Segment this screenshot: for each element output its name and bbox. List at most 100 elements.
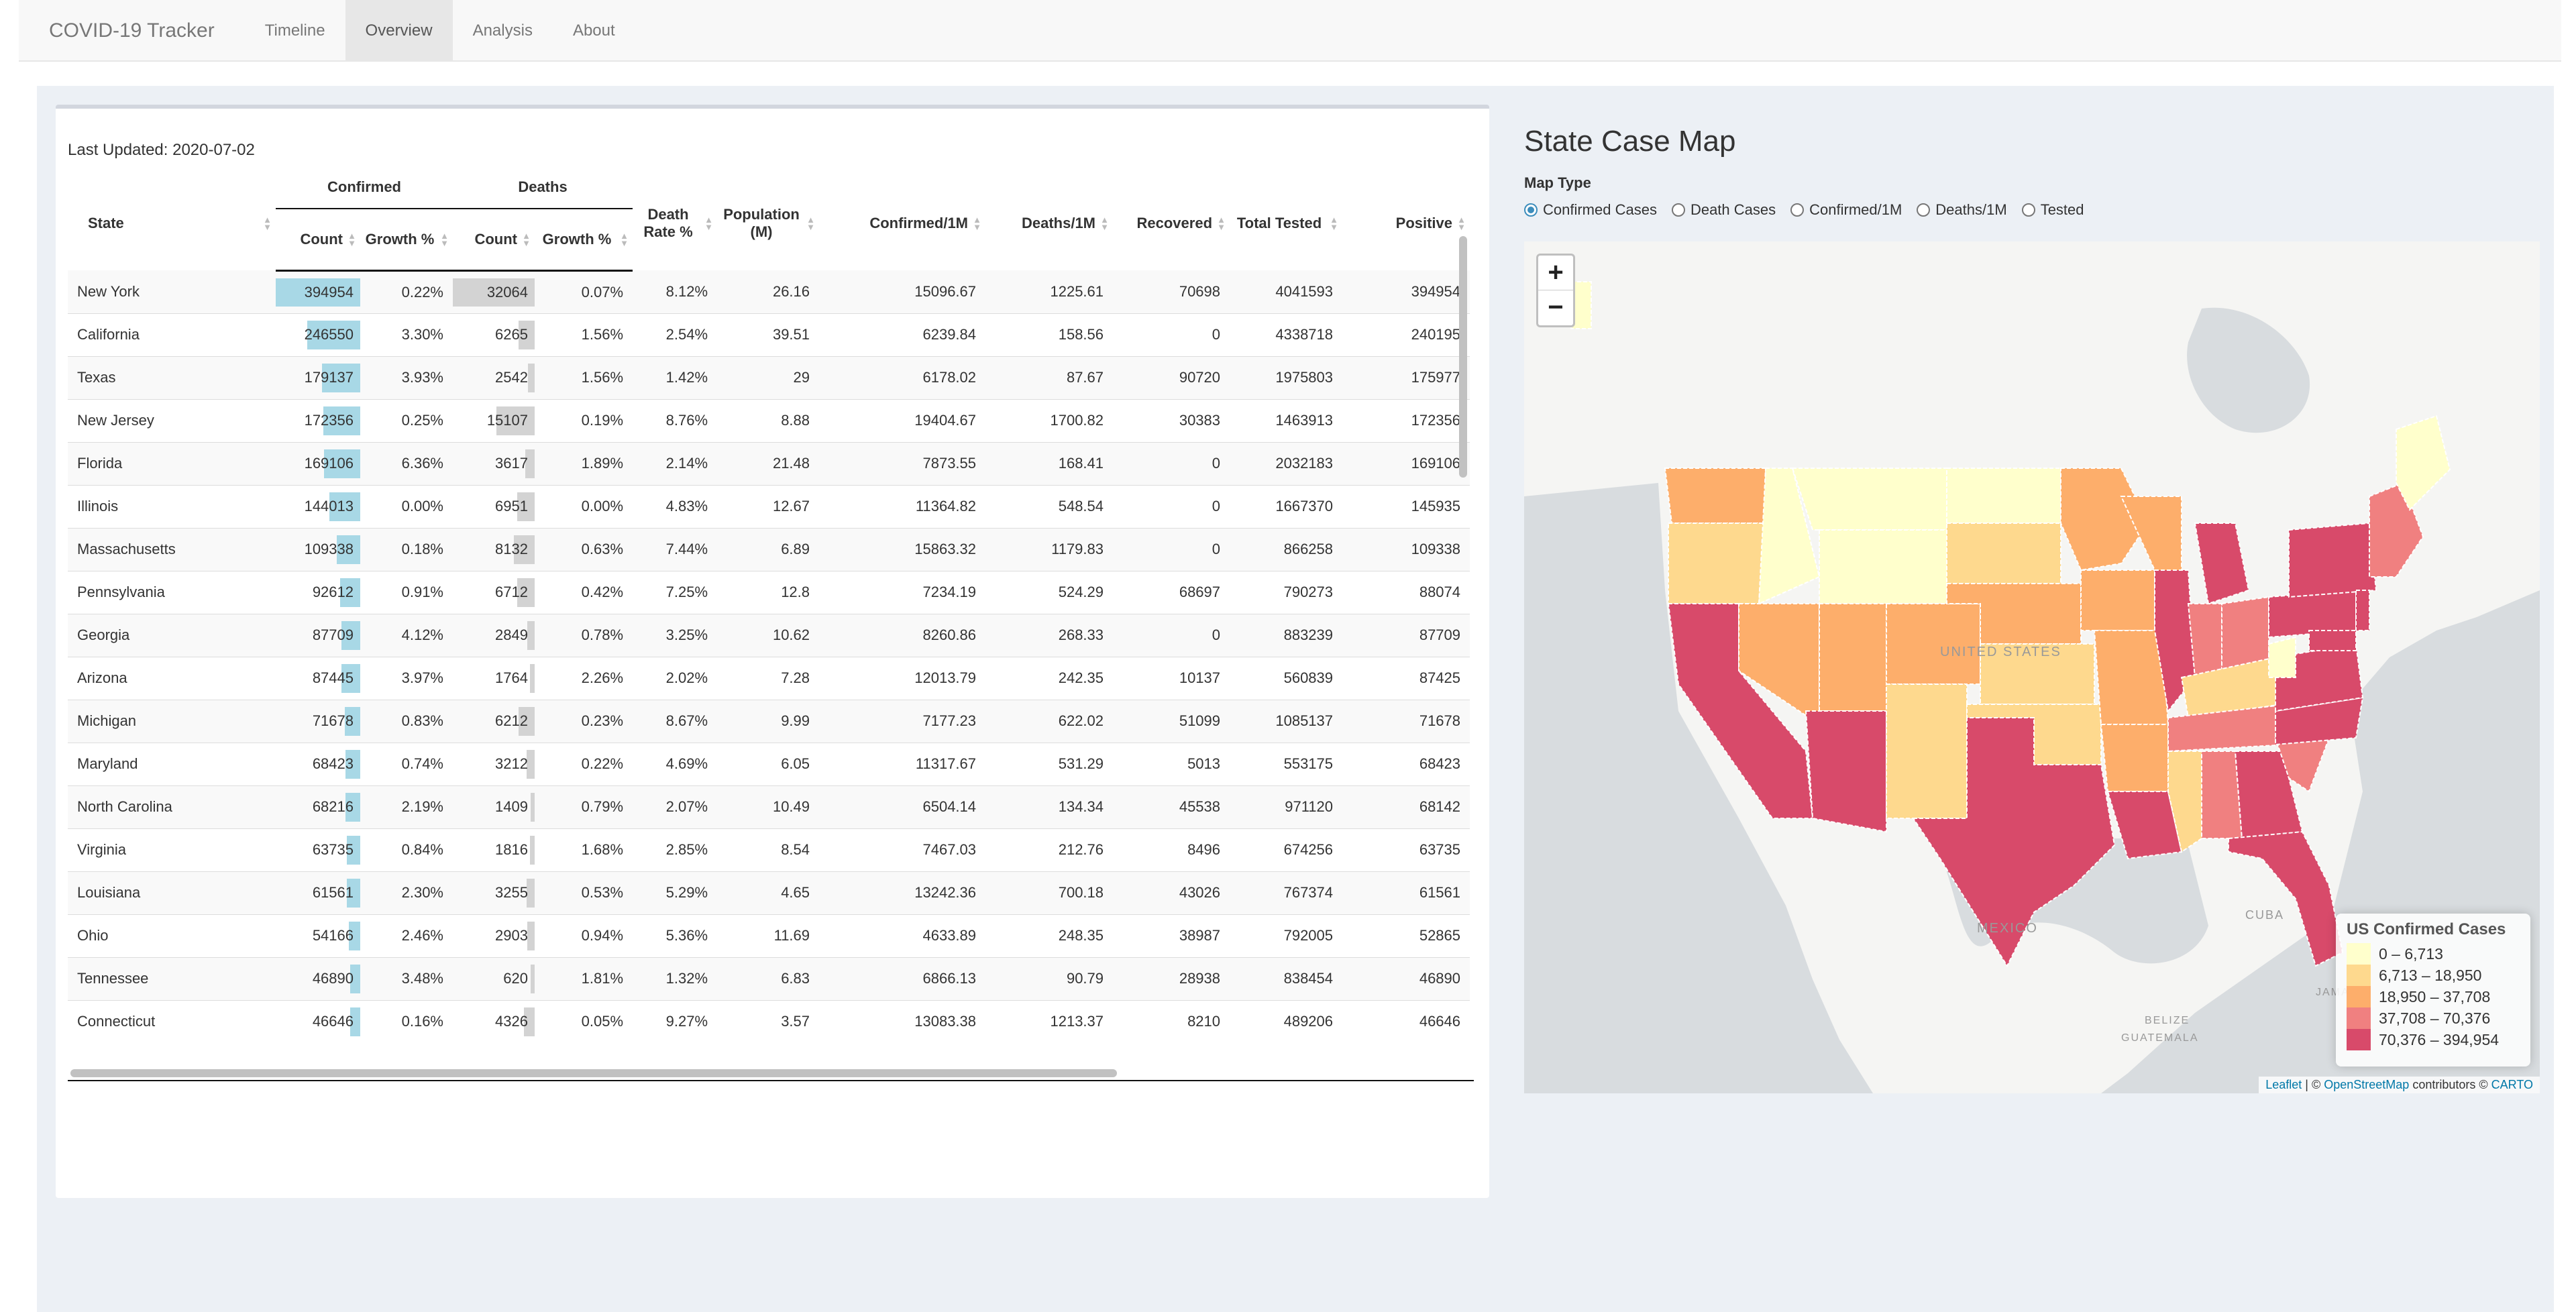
legend-swatch (2347, 1029, 2371, 1050)
population-cell: 6.83 (717, 956, 820, 1000)
col-header-total-tested[interactable]: Total Tested ▲ ▼ (1230, 176, 1342, 270)
app-brand[interactable]: COVID-19 Tracker (19, 0, 245, 60)
col-header-deaths-1m[interactable]: Deaths/1M ▲ ▼ (985, 176, 1113, 270)
radio-confirmed-cases[interactable]: Confirmed Cases (1524, 201, 1657, 219)
attribution-separator: | © (2302, 1078, 2324, 1091)
state-cell: Michigan (68, 699, 276, 743)
col-header-confirmed-count[interactable]: Count ▲ ▼ (276, 209, 360, 272)
cell-value: 6951 (495, 498, 528, 514)
state-cell: Tennessee (68, 956, 276, 1000)
total-tested-cell: 674256 (1230, 828, 1343, 871)
osm-link[interactable]: OpenStreetMap (2324, 1078, 2409, 1091)
table-row[interactable]: Florida 169106 6.36% 3617 1.89% 2.14% 21.48 787… (68, 441, 1470, 485)
table-row[interactable]: Pennsylvania 92612 0.91% 6712 0.42% 7.25% 12.8… (68, 570, 1470, 614)
legend-label: 0 – 6,713 (2379, 944, 2443, 963)
confirmed-count-cell: 92612 (276, 570, 360, 614)
table-vertical-scrollbar[interactable] (1459, 236, 1467, 478)
tab-overview[interactable]: Overview (345, 0, 453, 60)
col-header-population[interactable]: Population (M) ▲ ▼ (717, 176, 819, 270)
tab-timeline[interactable]: Timeline (245, 0, 345, 60)
table-row[interactable]: North Carolina 68216 2.19% 1409 0.79% 2.07% 10… (68, 785, 1470, 828)
legend-swatch (2347, 943, 2371, 965)
carto-link[interactable]: CARTO (2491, 1078, 2533, 1091)
radio-deaths-per-1m[interactable]: Deaths/1M (1917, 201, 2007, 219)
confirmed-count-cell: 54166 (276, 914, 360, 957)
zoom-out-button[interactable]: − (1538, 290, 1573, 325)
table-row[interactable]: Connecticut 46646 0.16% 4326 0.05% 9.27% 3.57 1… (68, 999, 1470, 1043)
legend-item: 70,376 – 394,954 (2347, 1029, 2520, 1050)
positive-cell: 68423 (1342, 742, 1470, 785)
cell-value: 246550 (304, 326, 354, 343)
state-cell: Georgia (68, 613, 276, 657)
table-row[interactable]: Arizona 87445 3.97% 1764 2.26% 2.02% 7.28 12013… (68, 656, 1470, 700)
radio-button-icon[interactable] (1917, 203, 1931, 217)
label-belize: BELIZE (2145, 1015, 2190, 1026)
confirmed-per-1m-cell: 13083.38 (819, 999, 986, 1043)
col-header-recovered[interactable]: Recovered ▲ ▼ (1113, 176, 1230, 270)
confirmed-growth-cell: 0.16% (360, 999, 453, 1043)
confirmed-count-cell: 46890 (276, 956, 360, 1000)
table-row[interactable]: Louisiana 61561 2.30% 3255 0.53% 5.29% 4.65 132… (68, 871, 1470, 914)
recovered-cell: 0 (1113, 313, 1230, 356)
table-row[interactable]: Ohio 54166 2.46% 2903 0.94% 5.36% 11.69 4633.89… (68, 914, 1470, 957)
state-choropleth-map[interactable]: UNITED STATES MEXICO CUBA BELIZE GUATEMA… (1524, 241, 2540, 1093)
table-horizontal-scrollbar[interactable] (70, 1069, 1117, 1077)
col-header-confirmed-1m[interactable]: Confirmed/1M ▲ ▼ (819, 176, 985, 270)
col-header-state[interactable]: State ▲ ▼ (68, 176, 276, 270)
radio-button-icon[interactable] (2021, 203, 2035, 217)
col-header-death-count[interactable]: Count ▲ ▼ (453, 209, 535, 272)
table-row[interactable]: New Jersey 172356 0.25% 15107 0.19% 8.76% 8.88… (68, 398, 1470, 442)
confirmed-count-cell: 109338 (276, 527, 360, 571)
table-row[interactable]: Georgia 87709 4.12% 2849 0.78% 3.25% 10.62 8260… (68, 613, 1470, 657)
leaflet-link[interactable]: Leaflet (2265, 1078, 2302, 1091)
deaths-bar (528, 363, 535, 392)
radio-button-icon[interactable] (1671, 203, 1685, 217)
table-row[interactable]: Massachusetts 109338 0.18% 8132 0.63% 7.44% 6.… (68, 527, 1470, 571)
confirmed-count-cell: 68216 (276, 785, 360, 828)
cell-value: 3212 (495, 755, 528, 772)
confirmed-growth-cell: 0.84% (360, 828, 453, 871)
population-cell: 6.05 (717, 742, 820, 785)
tab-about[interactable]: About (553, 0, 635, 60)
table-row[interactable]: Illinois 144013 0.00% 6951 0.00% 4.83% 12.67 11… (68, 484, 1470, 528)
death-count-cell: 1764 (453, 656, 535, 700)
radio-confirmed-per-1m[interactable]: Confirmed/1M (1790, 201, 1902, 219)
confirmed-growth-cell: 2.30% (360, 871, 453, 914)
state-table-wrapper[interactable]: State ▲ ▼ Confirmed Deaths Death Rate % ▲… (68, 176, 1489, 1072)
confirmed-growth-cell: 0.83% (360, 699, 453, 743)
confirmed-count-cell: 71678 (276, 699, 360, 743)
deaths-per-1m-cell: 134.34 (985, 785, 1114, 828)
recovered-cell: 28938 (1113, 956, 1230, 1000)
table-row[interactable]: Maryland 68423 0.74% 3212 0.22% 4.69% 6.05 1131… (68, 742, 1470, 785)
cell-value: 6265 (495, 326, 528, 343)
total-tested-cell: 560839 (1230, 656, 1343, 700)
radio-death-cases[interactable]: Death Cases (1671, 201, 1776, 219)
cell-value: 54166 (312, 927, 354, 944)
total-tested-cell: 489206 (1230, 999, 1343, 1043)
confirmed-per-1m-cell: 6866.13 (819, 956, 986, 1000)
death-growth-cell: 0.94% (535, 914, 633, 957)
radio-button-icon[interactable] (1790, 203, 1805, 217)
total-tested-cell: 1975803 (1230, 356, 1343, 399)
table-row[interactable]: Michigan 71678 0.83% 6212 0.23% 8.67% 9.99 7177… (68, 699, 1470, 743)
radio-tested[interactable]: Tested (2021, 201, 2084, 219)
zoom-in-button[interactable]: + (1538, 256, 1573, 290)
table-row[interactable]: California 246550 3.30% 6265 1.56% 2.54% 39.51… (68, 313, 1470, 356)
confirmed-per-1m-cell: 7873.55 (819, 441, 986, 485)
col-header-positive[interactable]: Positive ▲ ▼ (1342, 176, 1470, 270)
table-row[interactable]: Virginia 63735 0.84% 1816 1.68% 2.85% 8.54 7467… (68, 828, 1470, 871)
col-header-confirmed-growth[interactable]: Growth % ▲ ▼ (360, 209, 453, 272)
population-cell: 26.16 (717, 270, 820, 313)
confirmed-count-cell: 63735 (276, 828, 360, 871)
confirmed-growth-cell: 6.36% (360, 441, 453, 485)
table-row[interactable]: Texas 179137 3.93% 2542 1.56% 1.42% 29 6178.02 8… (68, 356, 1470, 399)
death-rate-cell: 2.07% (633, 785, 718, 828)
legend-item: 6,713 – 18,950 (2347, 965, 2520, 986)
tab-analysis[interactable]: Analysis (453, 0, 553, 60)
col-header-death-rate[interactable]: Death Rate % ▲ ▼ (633, 176, 717, 270)
col-header-death-growth[interactable]: Growth % ▲ ▼ (535, 209, 633, 272)
radio-button-icon[interactable] (1524, 203, 1538, 217)
table-row[interactable]: New York 394954 0.22% 32064 0.07% 8.12% 26.16 1… (68, 270, 1470, 313)
table-row[interactable]: Tennessee 46890 3.48% 620 1.81% 1.32% 6.83 6866… (68, 956, 1470, 1000)
label-guatemala: GUATEMALA (2121, 1032, 2199, 1044)
